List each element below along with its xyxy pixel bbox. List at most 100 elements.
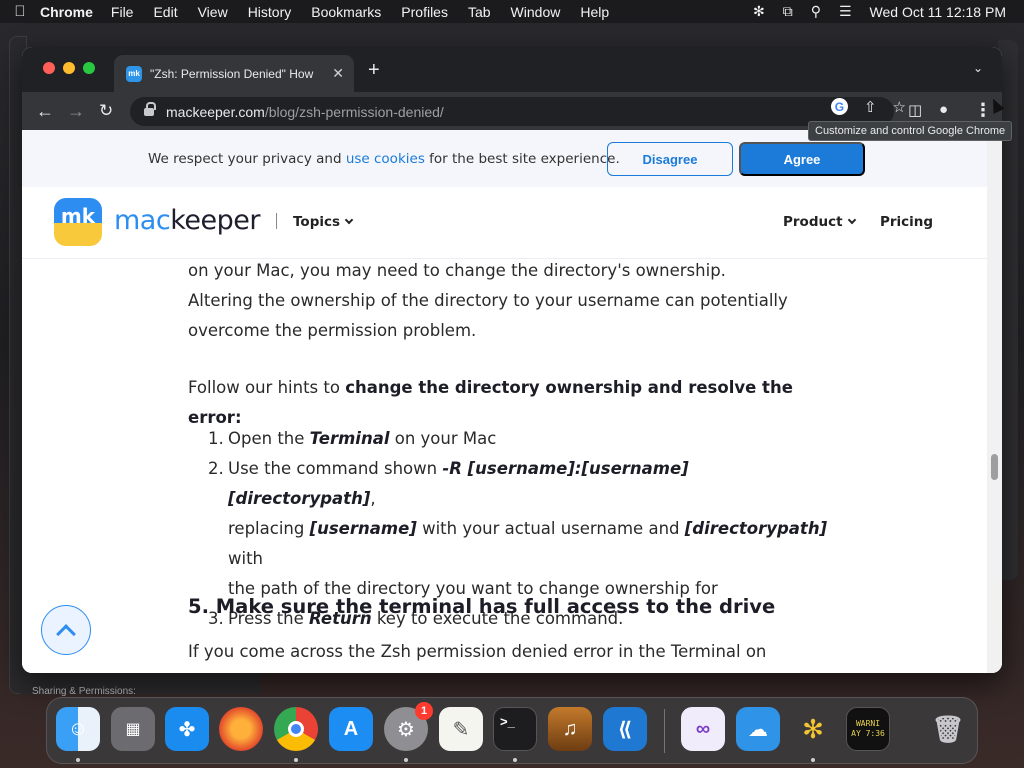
background-finder-label: Sharing & Permissions: <box>20 672 260 697</box>
macos-menubar:  Chrome File Edit View History Bookmark… <box>0 0 1024 23</box>
nav-divider <box>276 213 277 229</box>
hint-plain: Follow our hints to <box>188 378 346 397</box>
list-number: 2. <box>208 459 224 478</box>
apple-menu-icon[interactable]:  <box>0 3 40 20</box>
menu-tab[interactable]: Tab <box>468 4 491 20</box>
garageband-icon[interactable]: ♫ <box>548 707 592 751</box>
nav-product-label: Product <box>783 214 843 230</box>
system-settings-icon[interactable]: ⚙ 1 <box>384 702 433 751</box>
paragraph-terminal-access: If you come across the Zsh permission de… <box>188 642 767 661</box>
wordmark-mac: mac <box>114 205 171 236</box>
list-item: 1. Open the Terminal on your Mac <box>188 424 838 454</box>
bee-app-icon[interactable]: ✻ <box>791 707 835 751</box>
chrome-menu-tooltip: Customize and control Google Chrome <box>808 121 1013 141</box>
menu-file[interactable]: File <box>111 4 134 20</box>
close-window-button[interactable] <box>43 62 55 74</box>
step-emphasis: [username] <box>309 519 417 538</box>
nav-topics[interactable]: Topics <box>293 214 354 230</box>
spotlight-search-icon[interactable]: ⚲ <box>811 3 821 20</box>
cookie-policy-link[interactable]: use cookies <box>346 151 425 167</box>
menu-view[interactable]: View <box>198 4 228 20</box>
menu-app-name[interactable]: Chrome <box>40 4 93 20</box>
step-emphasis: [directorypath] <box>684 519 828 538</box>
zoom-window-button[interactable] <box>83 62 95 74</box>
textedit-icon[interactable]: ✎ <box>439 707 483 751</box>
finder-icon[interactable]: ☺ <box>56 707 100 751</box>
screen-mirroring-icon[interactable]: ⧉ <box>783 3 793 20</box>
site-header: mk mackeeper Topics Product Pricing <box>22 187 987 259</box>
vscode-icon[interactable]: ⟪ <box>603 707 647 751</box>
running-indicator <box>76 758 80 762</box>
menu-edit[interactable]: Edit <box>153 4 177 20</box>
step-emphasis: Terminal <box>309 429 390 448</box>
macos-dock: ☺ ▦ ✤ A ⚙ 1 ✎ >_ ♫ ⟪ ∞ ☁ ✻ WARNI AY 7:36 … <box>46 697 978 764</box>
menubar-clock[interactable]: Wed Oct 11 12:18 PM <box>870 4 1006 20</box>
terminal-icon[interactable]: >_ <box>493 707 537 751</box>
wordmark-keeper: keeper <box>170 205 260 236</box>
tab-zsh-permission-denied[interactable]: mk "Zsh: Permission Denied" How ✕ <box>114 55 354 92</box>
running-indicator <box>294 758 298 762</box>
nav-topics-label: Topics <box>293 214 341 230</box>
bee-status-icon[interactable]: ✻ <box>753 3 765 20</box>
google-lens-icon[interactable]: G <box>830 98 848 115</box>
running-indicator <box>811 758 815 762</box>
menubar-status-area: ✻ ⧉ ⚲ ☰ Wed Oct 11 12:18 PM <box>753 3 1024 20</box>
chevron-up-icon <box>56 623 76 644</box>
paragraph-ownership: on your Mac, you may need to change the … <box>188 256 838 346</box>
bookmark-star-icon[interactable]: ☆ <box>893 98 906 116</box>
menu-bookmarks[interactable]: Bookmarks <box>311 4 381 20</box>
share-icon[interactable]: ⇧ <box>864 98 877 116</box>
mackeeper-logo-icon[interactable]: mk <box>54 198 102 246</box>
agree-button[interactable]: Agree <box>739 142 865 176</box>
nav-product[interactable]: Product <box>783 214 856 230</box>
menu-window[interactable]: Window <box>511 4 561 20</box>
disagree-button[interactable]: Disagree <box>607 142 733 176</box>
cookie-text-before: We respect your privacy and <box>148 151 346 167</box>
step-text: Open the <box>228 429 310 448</box>
section-heading: 5. Make sure the terminal has full acces… <box>188 595 776 618</box>
tab-search-chevron-icon[interactable]: ⌄ <box>973 61 983 75</box>
tab-close-icon[interactable]: ✕ <box>332 65 344 82</box>
paragraph-line: overcome the permission problem. <box>188 321 477 340</box>
scrollbar-thumb[interactable] <box>991 454 998 480</box>
control-center-icon[interactable]: ☰ <box>839 3 852 20</box>
app-store-icon[interactable]: A <box>329 707 373 751</box>
weather-icon[interactable]: ☁ <box>736 707 780 751</box>
reload-icon[interactable]: ↻ <box>99 101 113 121</box>
back-arrow-icon[interactable]: ← <box>36 101 54 121</box>
mackeeper-wordmark[interactable]: mackeeper <box>114 205 260 236</box>
menu-history[interactable]: History <box>248 4 292 20</box>
step-text: on your Mac <box>389 429 497 448</box>
chevron-down-icon <box>847 215 856 225</box>
web-page: We respect your privacy and use cookies … <box>22 130 987 673</box>
firefox-icon[interactable] <box>219 707 263 751</box>
new-tab-icon[interactable]: + <box>368 60 380 80</box>
side-panel-icon[interactable]: ◫ <box>908 101 922 119</box>
address-bar-actions: G ⇧ ☆ <box>830 98 906 116</box>
dock-separator <box>664 709 665 753</box>
lock-icon[interactable] <box>144 102 156 117</box>
scroll-to-top-button[interactable] <box>41 605 91 655</box>
console-icon[interactable]: WARNI AY 7:36 <box>846 707 890 751</box>
notification-badge: 1 <box>415 702 433 720</box>
chrome-icon[interactable] <box>274 707 318 751</box>
nav-pricing[interactable]: Pricing <box>880 214 933 230</box>
tab-strip: mk "Zsh: Permission Denied" How ✕ + ⌄ <box>22 47 1002 92</box>
launchpad-icon[interactable]: ▦ <box>111 707 155 751</box>
paragraph-line: on your Mac, you may need to change the … <box>188 261 726 280</box>
forward-arrow-icon[interactable]: → <box>67 101 85 121</box>
cookie-text-after: for the best site experience. <box>424 151 620 167</box>
profile-avatar-icon[interactable]: ● <box>939 101 948 118</box>
console-line: WARNI <box>855 719 881 728</box>
list-item: 2. Use the command shown -R [username]:[… <box>188 454 838 604</box>
trash-icon[interactable]: 🗑 <box>926 707 970 751</box>
url-host: mackeeper.com <box>166 103 265 120</box>
visual-studio-icon[interactable]: ∞ <box>681 707 725 751</box>
menu-profiles[interactable]: Profiles <box>401 4 448 20</box>
page-scrollbar[interactable] <box>987 130 1002 673</box>
menu-help[interactable]: Help <box>580 4 609 20</box>
address-bar[interactable]: mackeeper.com/blog/zsh-permission-denied… <box>130 97 894 126</box>
chevron-down-icon <box>344 215 354 225</box>
minimize-window-button[interactable] <box>63 62 75 74</box>
safari-icon[interactable]: ✤ <box>165 707 209 751</box>
